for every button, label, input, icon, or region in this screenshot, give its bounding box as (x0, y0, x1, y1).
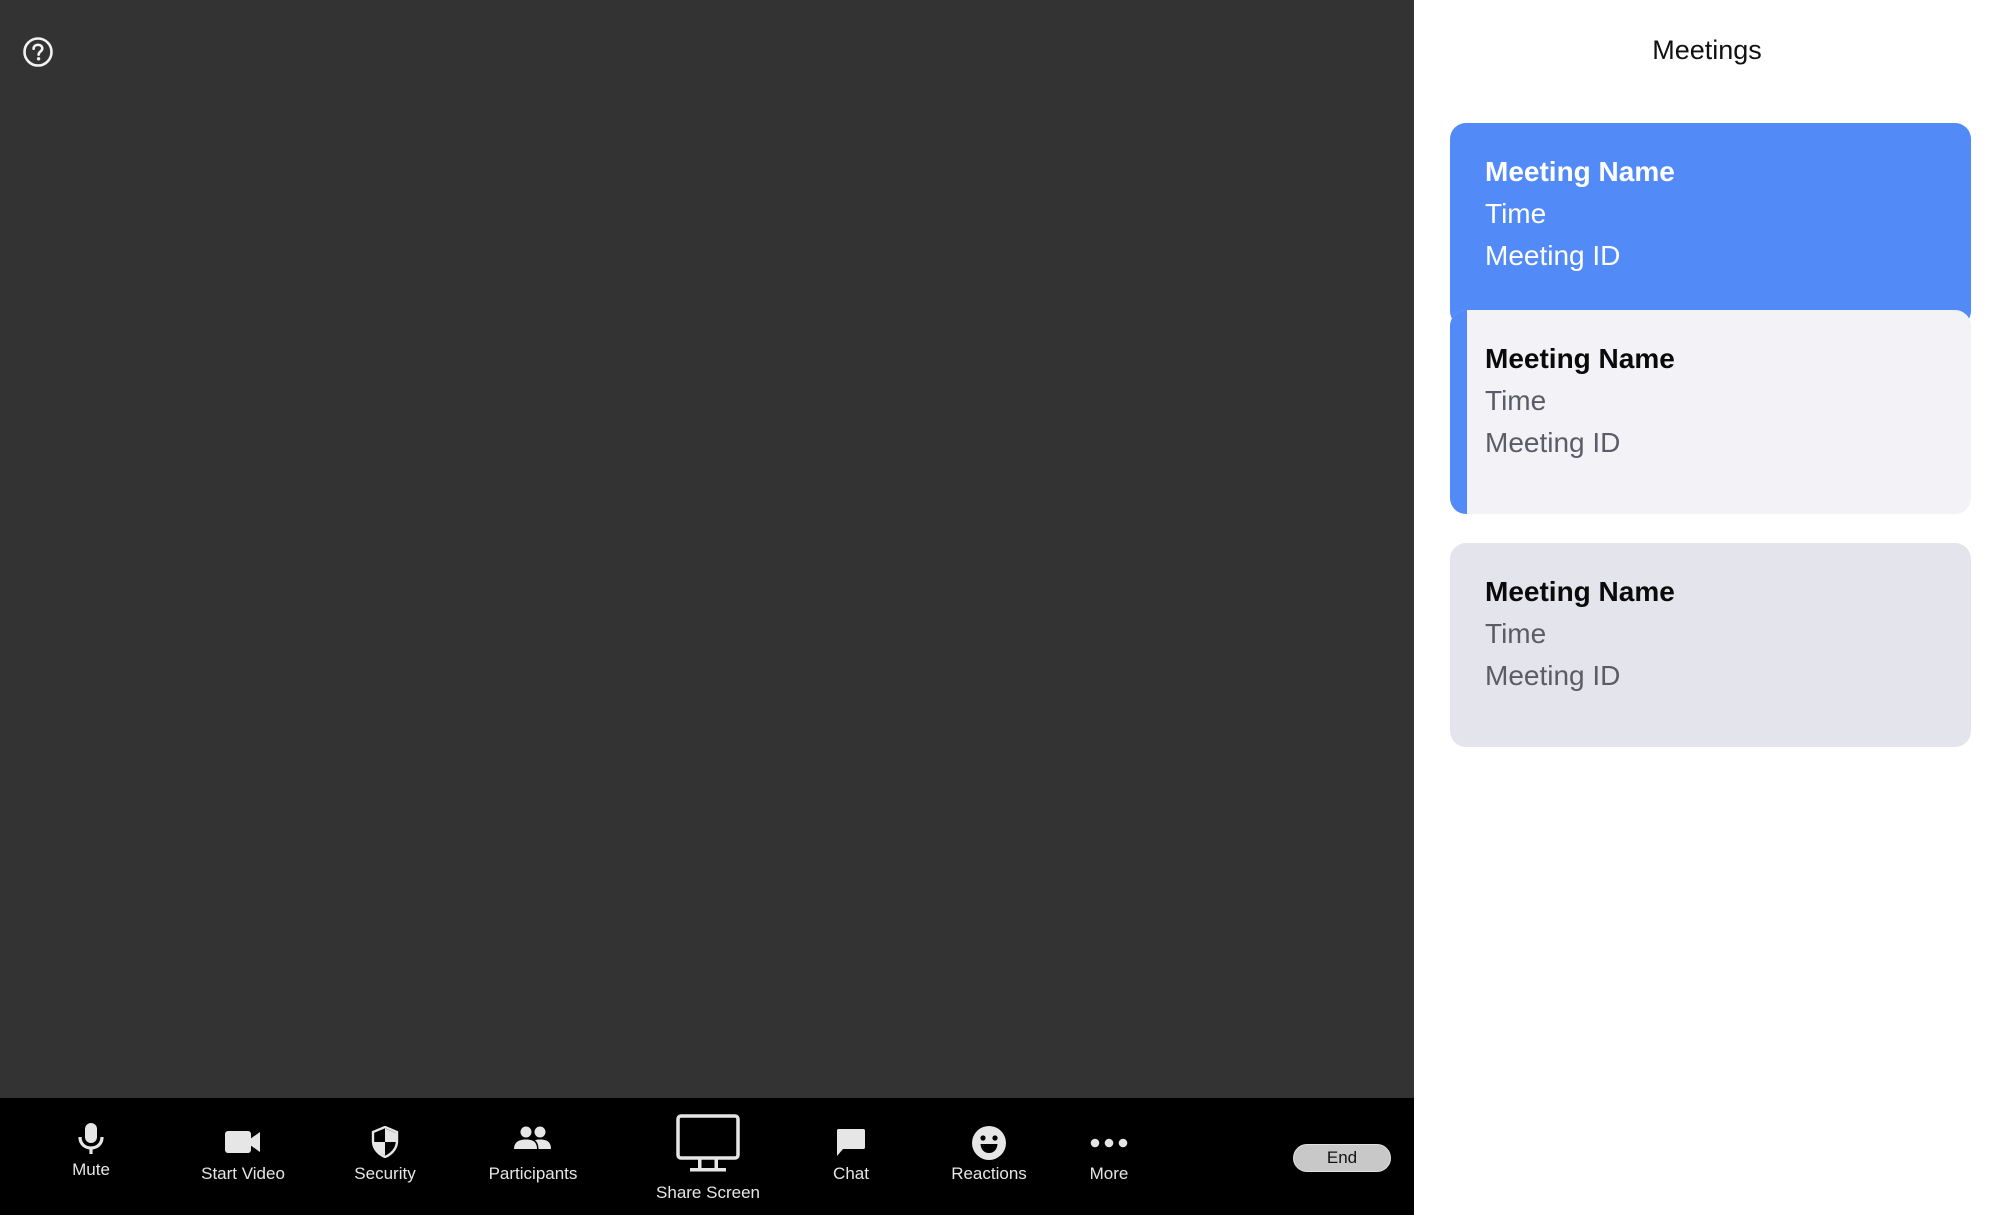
start-video-label: Start Video (201, 1164, 285, 1183)
smiley-icon (971, 1125, 1007, 1161)
more-button[interactable]: More (1069, 1098, 1149, 1215)
chat-button[interactable]: Chat (811, 1098, 891, 1215)
security-button[interactable]: Security (340, 1098, 430, 1215)
participants-button[interactable]: Participants (478, 1098, 588, 1215)
start-video-button[interactable]: Start Video (188, 1098, 298, 1215)
shield-icon (371, 1126, 399, 1158)
meeting-card[interactable]: Meeting Name Time Meeting ID (1450, 543, 1971, 747)
participants-icon (514, 1126, 552, 1150)
card-accent-bar (1450, 310, 1467, 514)
reactions-label: Reactions (951, 1164, 1027, 1183)
panel-title: Meetings (1652, 35, 1762, 65)
help-button[interactable] (22, 36, 54, 68)
meeting-time: Time (1485, 385, 1547, 416)
question-circle-icon (23, 37, 53, 67)
meeting-toolbar: Mute Start Video Security Participants S… (0, 1098, 1414, 1215)
monitor-icon (676, 1114, 740, 1174)
mute-button[interactable]: Mute (46, 1098, 136, 1215)
more-dots-icon (1090, 1138, 1128, 1148)
security-label: Security (354, 1164, 416, 1183)
meeting-name: Meeting Name (1485, 576, 1675, 607)
meeting-id: Meeting ID (1485, 427, 1621, 458)
participants-label: Participants (488, 1164, 578, 1183)
meeting-id: Meeting ID (1485, 240, 1621, 271)
share-screen-button[interactable]: Share Screen (648, 1098, 768, 1215)
meeting-name: Meeting Name (1485, 156, 1675, 187)
more-label: More (1089, 1164, 1129, 1183)
chat-bubble-icon (836, 1128, 866, 1158)
reactions-button[interactable]: Reactions (939, 1098, 1039, 1215)
meeting-id: Meeting ID (1485, 660, 1621, 691)
end-meeting-button[interactable]: End (1293, 1144, 1391, 1172)
mute-label: Mute (72, 1160, 110, 1179)
meeting-card-hover[interactable]: Meeting Name Time Meeting ID (1450, 310, 1971, 514)
meeting-card-text: Meeting Name Time Meeting ID (1485, 571, 1675, 697)
chat-label: Chat (833, 1164, 869, 1183)
meeting-card-text: Meeting Name Time Meeting ID (1485, 338, 1675, 464)
microphone-icon (76, 1122, 106, 1156)
video-camera-icon (225, 1131, 261, 1153)
meetings-panel: Meetings Meeting Name Time Meeting ID Me… (1414, 0, 2000, 1215)
video-area (0, 0, 1414, 1098)
meeting-time: Time (1485, 618, 1547, 649)
meeting-card-text: Meeting Name Time Meeting ID (1485, 151, 1675, 277)
share-screen-label: Share Screen (656, 1183, 760, 1202)
meeting-card-selected[interactable]: Meeting Name Time Meeting ID (1450, 123, 1971, 327)
meeting-name: Meeting Name (1485, 343, 1675, 374)
meeting-time: Time (1485, 198, 1547, 229)
